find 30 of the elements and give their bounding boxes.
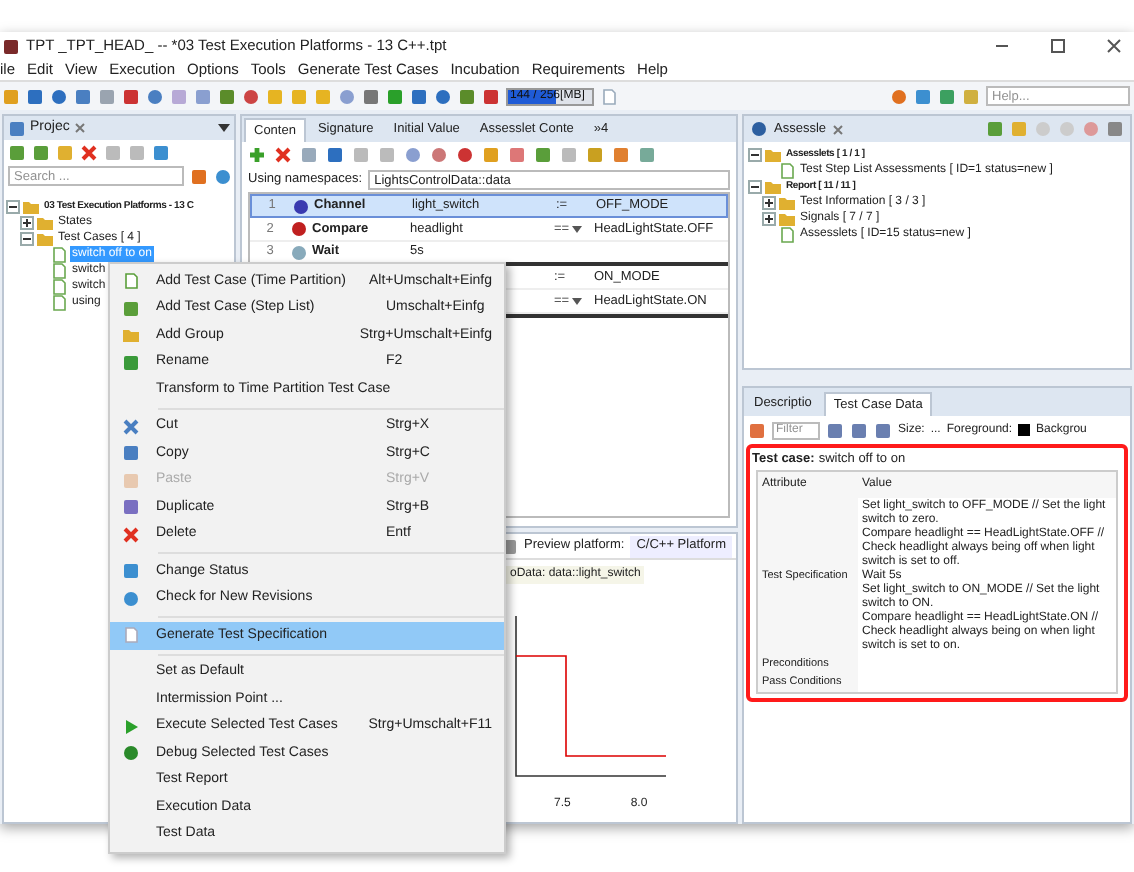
close-icon[interactable]: [73, 122, 86, 134]
collapse-toggle[interactable]: [20, 231, 34, 245]
maximize-icon[interactable]: [1050, 38, 1066, 54]
toolbar-icon[interactable]: [248, 146, 266, 164]
test-case-icon: [778, 225, 796, 243]
group-folder-icon: [122, 326, 140, 345]
project-icon: [8, 119, 26, 137]
close-icon[interactable]: [1106, 38, 1122, 54]
play-icon: [122, 717, 140, 736]
assesslet-icon: [750, 120, 768, 138]
color-swatch[interactable]: [1018, 424, 1031, 436]
toolbar-icon[interactable]: [80, 143, 98, 161]
step-list-icon: [122, 299, 140, 318]
dropdown-icon[interactable]: [218, 123, 230, 133]
add-test-case-icon: [122, 272, 140, 291]
toolbar-icon[interactable]: [274, 146, 292, 164]
collapse-toggle[interactable]: [6, 199, 20, 213]
document-icon: [122, 626, 140, 645]
collapse-toggle[interactable]: [748, 179, 762, 193]
expand-toggle[interactable]: [20, 215, 34, 229]
delete-icon: [122, 525, 140, 544]
app-icon: [2, 37, 20, 55]
caret-icon: [571, 297, 582, 305]
toolbar-icon[interactable]: [748, 421, 766, 439]
expand-toggle[interactable]: [762, 195, 776, 209]
caret-icon: [571, 225, 582, 233]
test-case-icon: [778, 161, 796, 179]
expand-toggle[interactable]: [762, 211, 776, 225]
collapse-toggle[interactable]: [748, 147, 762, 161]
close-icon[interactable]: [832, 123, 845, 135]
